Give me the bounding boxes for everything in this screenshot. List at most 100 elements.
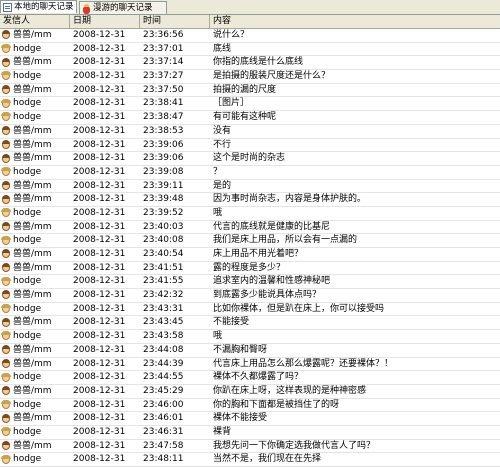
time-cell: 23:43:45 [143, 317, 184, 328]
table-row[interactable]: hodge 2008-12-31 23:43:31 比如你裸体，但是趴在床上，你可以接… [0, 303, 500, 317]
table-row[interactable]: 兽兽/mm 2008-12-31 23:36:56 说什么？ [0, 29, 500, 43]
time-cell: 23:48:11 [143, 454, 184, 465]
table-row[interactable]: 兽兽/mm 2008-12-31 23:37:50 拍摄的漏的尺度 [0, 84, 500, 98]
date-cell: 2008-12-31 [73, 71, 126, 82]
table-row[interactable]: hodge 2008-12-31 23:38:47 有可能有这种呢 [0, 111, 500, 125]
content-cell: 不行 [213, 139, 232, 150]
date-cell: 2008-12-31 [73, 98, 126, 109]
content-cell: ［图片］ [213, 98, 250, 109]
sender-cell: 兽兽/mm [1, 358, 70, 370]
content-cell: 裸背 [213, 426, 232, 437]
tab-local-history[interactable]: 本地的聊天记录 [0, 0, 77, 13]
sender-name: hodge [13, 112, 42, 123]
sender-name: hodge [13, 372, 42, 383]
sender-name: 兽兽/mm [13, 30, 52, 40]
time-cell: 23:47:58 [143, 440, 184, 451]
table-row[interactable]: 兽兽/mm 2008-12-31 23:42:32 到底露多少能说具体点吗？ [0, 289, 500, 303]
date-cell: 2008-12-31 [73, 180, 126, 191]
table-row[interactable]: hodge 2008-12-31 23:39:08 ？ [0, 166, 500, 180]
table-row[interactable]: 兽兽/mm 2008-12-31 23:47:58 我想先问一下你确定选我做代言人了吗… [0, 440, 500, 454]
time-cell: 23:44:55 [143, 372, 184, 383]
date-cell: 2008-12-31 [73, 317, 126, 328]
table-row[interactable]: hodge 2008-12-31 23:46:00 你的胸和下面都是被挡住了的呀 [0, 399, 500, 413]
table-row[interactable]: 兽兽/mm 2008-12-31 23:41:51 露的程度是多少？ [0, 262, 500, 276]
sender-cell: 兽兽/mm [1, 56, 70, 68]
content-cell: 我想先问一下你确定选我做代言人了吗？ [213, 440, 376, 451]
table-row[interactable]: 兽兽/mm 2008-12-31 23:37:14 你指的底线是什么底线 [0, 56, 500, 71]
content-cell: 你的胸和下面都是被挡住了的呀 [213, 399, 340, 410]
content-cell: 有可能有这种呢 [213, 112, 277, 123]
table-row[interactable]: 兽兽/mm 2008-12-31 23:45:29 你趴在床上呀，这样表现的是种神密感 [0, 385, 500, 399]
sender-cell: 兽兽/mm [1, 180, 70, 192]
sender-cell: 兽兽/mm [1, 412, 70, 424]
avatar-icon [1, 317, 11, 328]
table-row[interactable]: hodge 2008-12-31 23:37:01 底线 [0, 43, 500, 57]
sender-cell: hodge [1, 166, 70, 178]
time-cell: 23:39:11 [143, 180, 184, 191]
date-cell: 2008-12-31 [73, 207, 126, 218]
table-row[interactable]: 兽兽/mm 2008-12-31 23:39:48 因为事时尚杂志，内容是身体护肤的。 [0, 193, 500, 207]
table-row[interactable]: hodge 2008-12-31 23:40:08 我们是床上用品，所以会有一点漏的 [0, 234, 500, 248]
sender-name: hodge [13, 303, 42, 314]
sender-name: 兽兽/mm [13, 358, 52, 369]
sender-name: hodge [13, 71, 42, 82]
table-row[interactable]: 兽兽/mm 2008-12-31 23:44:39 代言床上用品怎么那么爆露呢？还要裸… [0, 358, 500, 372]
table-row[interactable]: hodge 2008-12-31 23:46:31 裸背 [0, 426, 500, 440]
sender-cell: hodge [1, 426, 70, 438]
table-row[interactable]: 兽兽/mm 2008-12-31 23:38:53 没有 [0, 125, 500, 139]
time-cell: 23:40:08 [143, 235, 184, 246]
time-cell: 23:40:54 [143, 249, 184, 259]
table-row[interactable]: 兽兽/mm 2008-12-31 23:39:11 是的 [0, 180, 500, 194]
sender-cell: 兽兽/mm [1, 316, 70, 328]
sender-name: 兽兽/mm [13, 344, 52, 355]
table-row[interactable]: 兽兽/mm 2008-12-31 23:44:08 不漏胸和臀呀 [0, 344, 500, 358]
sender-name: hodge [13, 454, 42, 465]
message-list: 兽兽/mm 2008-12-31 23:36:56 说什么？ hodge 2008-12-… [0, 29, 500, 467]
table-row[interactable]: hodge 2008-12-31 23:48:11 当然不是，我们现在在先择 [0, 453, 500, 467]
column-header-date[interactable]: 日期 [70, 15, 140, 28]
time-cell: 23:37:27 [143, 71, 184, 82]
time-cell: 23:38:41 [143, 98, 184, 109]
sender-cell: hodge [1, 207, 70, 219]
sender-name: 兽兽/mm [13, 413, 52, 424]
avatar-icon [1, 263, 11, 273]
date-cell: 2008-12-31 [73, 426, 126, 437]
sender-cell: 兽兽/mm [1, 152, 70, 164]
time-cell: 23:46:00 [143, 399, 184, 410]
content-cell: 你指的底线是什么底线 [213, 57, 304, 68]
tab-roaming-history[interactable]: 漫游的聊天记录 [79, 1, 167, 14]
table-row[interactable]: 兽兽/mm 2008-12-31 23:39:06 不行 [0, 139, 500, 153]
sender-cell: 兽兽/mm [1, 385, 70, 397]
table-row[interactable]: 兽兽/mm 2008-12-31 23:43:45 不能接受 [0, 316, 500, 331]
table-row[interactable]: hodge 2008-12-31 23:38:41 ［图片］ [0, 97, 500, 112]
content-cell: 底线 [213, 43, 232, 54]
table-row[interactable]: hodge 2008-12-31 23:39:52 哦 [0, 207, 500, 221]
sender-cell: 兽兽/mm [1, 139, 70, 151]
table-row[interactable]: hodge 2008-12-31 23:37:27 是拍摄的服装尺度还是什么？ [0, 70, 500, 84]
column-header-content[interactable]: 内容 [210, 15, 500, 28]
sender-cell: hodge [1, 275, 70, 287]
avatar-icon [1, 221, 11, 232]
avatar-icon [1, 71, 11, 81]
time-cell: 23:39:06 [143, 139, 184, 150]
time-cell: 23:39:08 [143, 166, 184, 177]
content-cell: 裸体不久都爆露了吗？ [213, 372, 304, 383]
table-row[interactable]: hodge 2008-12-31 23:43:58 哦 [0, 330, 500, 344]
table-row[interactable]: 兽兽/mm 2008-12-31 23:40:54 床上用品不用光着吧？ [0, 248, 500, 262]
table-row[interactable]: hodge 2008-12-31 23:41:55 追求室内的温馨和性感神秘吧 [0, 275, 500, 290]
sender-name: 兽兽/mm [13, 153, 52, 164]
table-row[interactable]: 兽兽/mm 2008-12-31 23:40:03 代言的底线就是健康的比基尼 [0, 221, 500, 235]
sender-cell: hodge [1, 70, 70, 82]
content-cell: 这个是时尚的杂志 [213, 153, 286, 164]
table-row[interactable]: 兽兽/mm 2008-12-31 23:46:01 裸体不能接受 [0, 412, 500, 426]
table-row[interactable]: hodge 2008-12-31 23:44:55 裸体不久都爆露了吗？ [0, 371, 500, 385]
time-cell: 23:44:39 [143, 358, 184, 369]
column-header-sender[interactable]: 发信人 [0, 15, 70, 28]
date-cell: 2008-12-31 [73, 399, 126, 410]
sender-name: 兽兽/mm [13, 385, 52, 396]
column-header-time[interactable]: 时间 [140, 15, 210, 28]
sender-name: 兽兽/mm [13, 57, 52, 68]
table-row[interactable]: 兽兽/mm 2008-12-31 23:39:06 这个是时尚的杂志 [0, 152, 500, 166]
date-cell: 2008-12-31 [73, 166, 126, 177]
content-cell: 拍摄的漏的尺度 [213, 84, 277, 95]
